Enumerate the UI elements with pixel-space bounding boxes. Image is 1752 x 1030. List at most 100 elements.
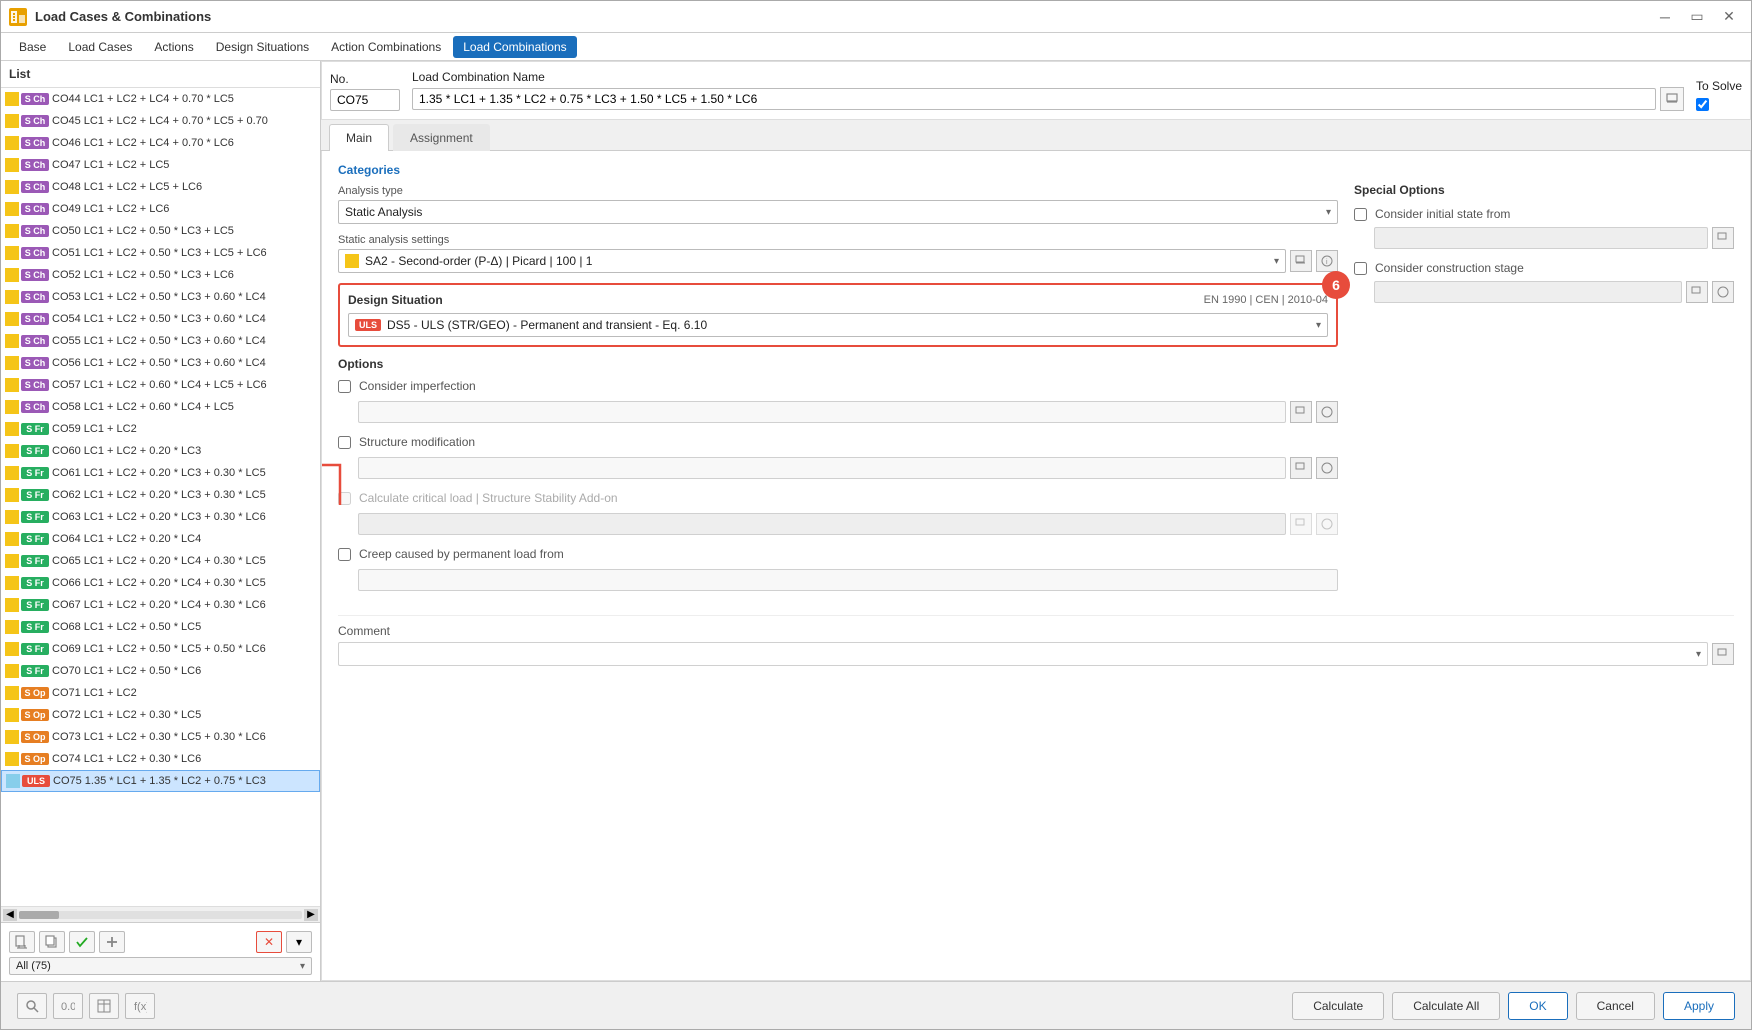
list-item[interactable]: S Ch CO54 LC1 + LC2 + 0.50 * LC3 + 0.60 … xyxy=(1,308,320,330)
initial-state-input[interactable] xyxy=(1374,227,1708,249)
item-badge: S Ch xyxy=(21,115,49,127)
tab-assignment[interactable]: Assignment xyxy=(393,124,490,151)
list-item[interactable]: S Ch CO45 LC1 + LC2 + LC4 + 0.70 * LC5 +… xyxy=(1,110,320,132)
list-item[interactable]: S Fr CO69 LC1 + LC2 + 0.50 * LC5 + 0.50 … xyxy=(1,638,320,660)
structure-mod-input[interactable] xyxy=(358,457,1286,479)
list-item[interactable]: S Op CO74 LC1 + LC2 + 0.30 * LC6 xyxy=(1,748,320,770)
creep-input[interactable] xyxy=(358,569,1338,591)
construction-stage-info-btn[interactable] xyxy=(1712,281,1734,303)
creep-checkbox[interactable] xyxy=(338,548,351,561)
minimize-button[interactable]: ─ xyxy=(1651,6,1679,28)
list-item[interactable]: S Ch CO58 LC1 + LC2 + 0.60 * LC4 + LC5 xyxy=(1,396,320,418)
table-icon-btn[interactable] xyxy=(89,993,119,1019)
menu-actions[interactable]: Actions xyxy=(144,36,203,58)
imperfection-edit-btn[interactable] xyxy=(1290,401,1312,423)
initial-state-checkbox[interactable] xyxy=(1354,208,1367,221)
menu-design-situations[interactable]: Design Situations xyxy=(206,36,319,58)
delete-btn[interactable]: ✕ xyxy=(256,931,282,953)
imperfection-input-row xyxy=(358,401,1338,423)
ds-select[interactable]: ULS DS5 - ULS (STR/GEO) - Permanent and … xyxy=(348,313,1328,337)
list-item[interactable]: S Ch CO51 LC1 + LC2 + 0.50 * LC3 + LC5 +… xyxy=(1,242,320,264)
structure-mod-row: Structure modification xyxy=(338,435,1338,449)
name-input[interactable] xyxy=(412,88,1656,110)
imperfection-info-btn[interactable] xyxy=(1316,401,1338,423)
formula-icon-btn[interactable]: f(x) xyxy=(125,993,155,1019)
scroll-left-btn[interactable]: ◀ xyxy=(3,909,17,921)
list-item[interactable]: S Fr CO63 LC1 + LC2 + 0.20 * LC3 + 0.30 … xyxy=(1,506,320,528)
calculate-all-button[interactable]: Calculate All xyxy=(1392,992,1500,1020)
list-item[interactable]: S Fr CO67 LC1 + LC2 + 0.20 * LC4 + 0.30 … xyxy=(1,594,320,616)
number-icon-btn[interactable]: 0.0 xyxy=(53,993,83,1019)
no-input[interactable] xyxy=(330,89,400,111)
h-scroll-track[interactable] xyxy=(19,911,302,919)
comment-select[interactable]: ▾ xyxy=(338,642,1708,666)
ok-button[interactable]: OK xyxy=(1508,992,1567,1020)
list-item[interactable]: S Ch CO46 LC1 + LC2 + LC4 + 0.70 * LC6 xyxy=(1,132,320,154)
list-item[interactable]: S Fr CO66 LC1 + LC2 + 0.20 * LC4 + 0.30 … xyxy=(1,572,320,594)
list-item[interactable]: S Fr CO68 LC1 + LC2 + 0.50 * LC5 xyxy=(1,616,320,638)
tab-main[interactable]: Main xyxy=(329,124,389,151)
cancel-button[interactable]: Cancel xyxy=(1576,992,1655,1020)
structure-mod-info-btn[interactable] xyxy=(1316,457,1338,479)
imperfection-checkbox[interactable] xyxy=(338,380,351,393)
list-item[interactable]: S Op CO71 LC1 + LC2 xyxy=(1,682,320,704)
menu-base[interactable]: Base xyxy=(9,36,56,58)
list-filter-dropdown[interactable]: All (75) ▾ xyxy=(9,957,312,975)
scroll-right-btn[interactable]: ▶ xyxy=(304,909,318,921)
structure-mod-edit-btn[interactable] xyxy=(1290,457,1312,479)
list-container[interactable]: S Ch CO44 LC1 + LC2 + LC4 + 0.70 * LC5 S… xyxy=(1,88,320,906)
horizontal-scrollbar[interactable]: ◀ ▶ xyxy=(1,906,320,922)
calculate-button[interactable]: Calculate xyxy=(1292,992,1384,1020)
name-edit-btn[interactable] xyxy=(1660,87,1684,111)
construction-stage-checkbox[interactable] xyxy=(1354,262,1367,275)
critical-load-input[interactable] xyxy=(358,513,1286,535)
maximize-button[interactable]: ▭ xyxy=(1683,6,1711,28)
copy-btn[interactable] xyxy=(39,931,65,953)
imperfection-input[interactable] xyxy=(358,401,1286,423)
critical-load-checkbox[interactable] xyxy=(338,492,351,505)
list-item[interactable]: S Fr CO70 LC1 + LC2 + 0.50 * LC6 xyxy=(1,660,320,682)
list-item[interactable]: S Ch CO49 LC1 + LC2 + LC6 xyxy=(1,198,320,220)
new-item-btn[interactable] xyxy=(9,931,35,953)
to-solve-checkbox[interactable] xyxy=(1696,98,1709,111)
list-item[interactable]: S Ch CO56 LC1 + LC2 + 0.50 * LC3 + 0.60 … xyxy=(1,352,320,374)
list-item[interactable]: S Fr CO59 LC1 + LC2 xyxy=(1,418,320,440)
close-button[interactable]: ✕ xyxy=(1715,6,1743,28)
list-item[interactable]: ULS CO75 1.35 * LC1 + 1.35 * LC2 + 0.75 … xyxy=(1,770,320,792)
list-item[interactable]: S Ch CO48 LC1 + LC2 + LC5 + LC6 xyxy=(1,176,320,198)
comment-edit-btn[interactable] xyxy=(1712,643,1734,665)
apply-button[interactable]: Apply xyxy=(1663,992,1735,1020)
structure-mod-checkbox[interactable] xyxy=(338,436,351,449)
search-icon-btn[interactable] xyxy=(17,993,47,1019)
list-item[interactable]: S Fr CO65 LC1 + LC2 + 0.20 * LC4 + 0.30 … xyxy=(1,550,320,572)
critical-load-info-btn[interactable] xyxy=(1316,513,1338,535)
list-item[interactable]: S Fr CO60 LC1 + LC2 + 0.20 * LC3 xyxy=(1,440,320,462)
list-item[interactable]: S Fr CO62 LC1 + LC2 + 0.20 * LC3 + 0.30 … xyxy=(1,484,320,506)
list-item[interactable]: S Ch CO44 LC1 + LC2 + LC4 + 0.70 * LC5 xyxy=(1,88,320,110)
list-item[interactable]: S Ch CO52 LC1 + LC2 + 0.50 * LC3 + LC6 xyxy=(1,264,320,286)
check-btn[interactable] xyxy=(69,931,95,953)
static-settings-select[interactable]: SA2 - Second-order (P-Δ) | Picard | 100 … xyxy=(338,249,1286,273)
menu-load-cases[interactable]: Load Cases xyxy=(58,36,142,58)
list-item[interactable]: S Ch CO50 LC1 + LC2 + 0.50 * LC3 + LC5 xyxy=(1,220,320,242)
list-item[interactable]: S Ch CO55 LC1 + LC2 + 0.50 * LC3 + 0.60 … xyxy=(1,330,320,352)
list-item[interactable]: S Fr CO64 LC1 + LC2 + 0.20 * LC4 xyxy=(1,528,320,550)
construction-stage-edit-btn[interactable] xyxy=(1686,281,1708,303)
list-item[interactable]: S Ch CO53 LC1 + LC2 + 0.50 * LC3 + 0.60 … xyxy=(1,286,320,308)
menu-load-combinations[interactable]: Load Combinations xyxy=(453,36,576,58)
initial-state-edit-btn[interactable] xyxy=(1712,227,1734,249)
critical-load-edit-btn[interactable] xyxy=(1290,513,1312,535)
static-settings-edit-btn[interactable] xyxy=(1290,250,1312,272)
uncheck-btn[interactable] xyxy=(99,931,125,953)
analysis-type-select[interactable]: Static Analysis ▾ xyxy=(338,200,1338,224)
construction-stage-input[interactable] xyxy=(1374,281,1682,303)
list-item[interactable]: S Ch CO57 LC1 + LC2 + 0.60 * LC4 + LC5 +… xyxy=(1,374,320,396)
static-settings-info-btn[interactable]: i xyxy=(1316,250,1338,272)
list-item[interactable]: S Ch CO47 LC1 + LC2 + LC5 xyxy=(1,154,320,176)
options-btn[interactable]: ▾ xyxy=(286,931,312,953)
item-color-swatch xyxy=(5,136,19,150)
list-item[interactable]: S Fr CO61 LC1 + LC2 + 0.20 * LC3 + 0.30 … xyxy=(1,462,320,484)
list-item[interactable]: S Op CO72 LC1 + LC2 + 0.30 * LC5 xyxy=(1,704,320,726)
list-item[interactable]: S Op CO73 LC1 + LC2 + 0.30 * LC5 + 0.30 … xyxy=(1,726,320,748)
menu-action-combinations[interactable]: Action Combinations xyxy=(321,36,451,58)
